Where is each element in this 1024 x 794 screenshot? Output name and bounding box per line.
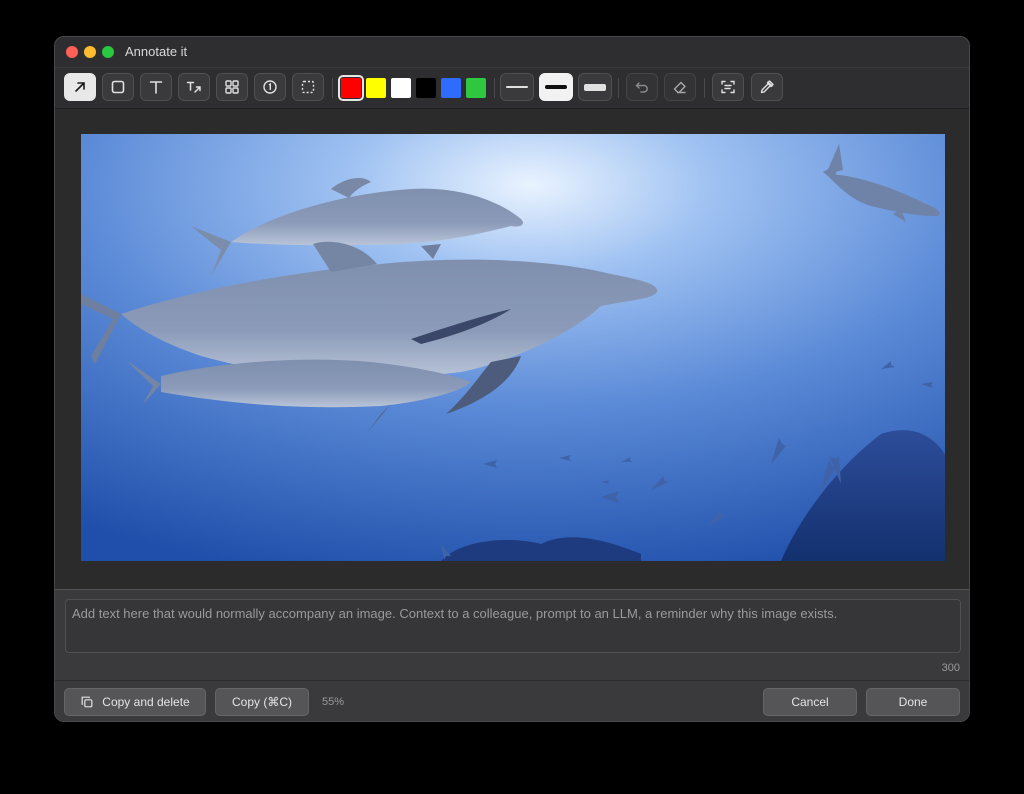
number-one-circle-icon bbox=[263, 80, 277, 94]
eyedropper-icon bbox=[760, 80, 774, 94]
footer-divider bbox=[55, 680, 969, 681]
counter-tool-button[interactable] bbox=[254, 73, 286, 101]
rectangle-tool-button[interactable] bbox=[102, 73, 134, 101]
toolbar bbox=[55, 67, 969, 109]
grid-icon bbox=[225, 80, 239, 94]
toolbar-divider bbox=[704, 78, 705, 98]
undo-icon bbox=[635, 82, 648, 93]
toolbar-divider bbox=[494, 78, 495, 98]
maximize-window-button[interactable] bbox=[102, 46, 114, 58]
done-label: Done bbox=[898, 695, 928, 709]
color-green-swatch[interactable] bbox=[466, 78, 486, 98]
eraser-button[interactable] bbox=[664, 73, 696, 101]
color-white-swatch[interactable] bbox=[391, 78, 411, 98]
bottom-panel: 300 Copy and delete Copy (⌘C) 55% Cancel… bbox=[55, 589, 969, 721]
copy-icon bbox=[81, 696, 93, 708]
window-title: Annotate it bbox=[125, 44, 188, 59]
medium-line-icon bbox=[545, 85, 567, 89]
color-black-swatch[interactable] bbox=[416, 78, 436, 98]
arrow-up-right-icon bbox=[75, 82, 85, 92]
character-counter: 300 bbox=[941, 662, 960, 674]
text-arrow-tool-button[interactable] bbox=[178, 73, 210, 101]
line-width-thin-button[interactable] bbox=[500, 73, 534, 101]
minimize-window-button[interactable] bbox=[84, 46, 96, 58]
title-bar: Annotate it bbox=[55, 37, 969, 67]
toolbar-divider bbox=[618, 78, 619, 98]
copy-button[interactable]: Copy (⌘C) bbox=[215, 688, 309, 716]
square-icon bbox=[111, 80, 125, 94]
scan-text-icon bbox=[721, 80, 735, 94]
text-arrow-icon bbox=[186, 81, 201, 93]
copy-label: Copy (⌘C) bbox=[231, 695, 292, 709]
arrow-tool-button[interactable] bbox=[64, 73, 96, 101]
notes-textarea[interactable] bbox=[65, 599, 961, 653]
grid-tool-button[interactable] bbox=[216, 73, 248, 101]
crop-tool-button[interactable] bbox=[292, 73, 324, 101]
dashed-select-icon bbox=[301, 80, 315, 94]
color-blue-swatch[interactable] bbox=[441, 78, 461, 98]
text-tool-button[interactable] bbox=[140, 73, 172, 101]
text-recognition-button[interactable] bbox=[712, 73, 744, 101]
done-button[interactable]: Done bbox=[866, 688, 960, 716]
close-window-button[interactable] bbox=[66, 46, 78, 58]
copy-and-delete-button[interactable]: Copy and delete bbox=[64, 688, 206, 716]
color-red-swatch[interactable] bbox=[338, 75, 364, 101]
thin-line-icon bbox=[506, 86, 528, 88]
color-picker-button[interactable] bbox=[751, 73, 783, 101]
dolphin-photo bbox=[81, 134, 945, 561]
thick-line-icon bbox=[584, 83, 606, 91]
text-icon bbox=[149, 81, 163, 94]
color-yellow-swatch[interactable] bbox=[366, 78, 386, 98]
line-width-thick-button[interactable] bbox=[578, 73, 612, 101]
line-width-medium-button[interactable] bbox=[539, 73, 573, 101]
undo-button[interactable] bbox=[626, 73, 658, 101]
eraser-icon bbox=[673, 81, 686, 94]
zoom-level: 55% bbox=[322, 696, 345, 708]
cancel-button[interactable]: Cancel bbox=[763, 688, 857, 716]
annotation-canvas[interactable] bbox=[55, 109, 969, 589]
copy-and-delete-label: Copy and delete bbox=[102, 695, 190, 709]
toolbar-divider bbox=[332, 78, 333, 98]
annotate-window: Annotate it Add text here that would nor… bbox=[54, 36, 970, 722]
cancel-label: Cancel bbox=[791, 695, 829, 709]
